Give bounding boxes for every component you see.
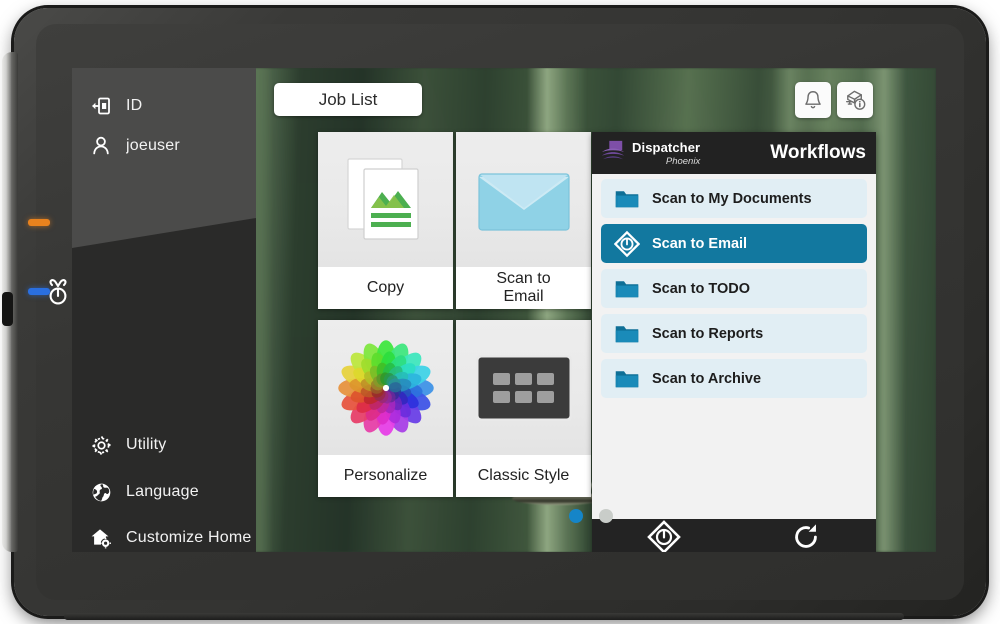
tile-label: Copy [366,279,405,297]
workflows-list: Scan to My Documents Scan to Email Scan … [592,174,876,519]
color-wheel-flower-icon [318,320,453,455]
status-led-orange [28,219,50,226]
device-left-port [2,292,13,326]
tile-label-line2: Email [503,288,544,305]
sidebar-item-user[interactable]: joeuser [72,126,256,166]
power-button-icon[interactable] [44,277,72,307]
folder-icon [614,366,640,392]
workflow-label: Scan to TODO [652,280,751,297]
dispatcher-phoenix-logo-icon [600,139,626,168]
pagination-dot-2[interactable] [599,509,613,523]
workflows-panel-footer [592,519,876,552]
sidebar-item-id[interactable]: ID [72,86,256,126]
brand-sub: Phoenix [665,155,701,167]
workflow-label: Scan to My Documents [652,190,812,207]
sidebar-item-customize-home[interactable]: Customize Home s [72,518,256,552]
workflows-panel-title: Workflows [770,142,866,163]
tile-label: Scan to Email [456,267,591,309]
workflow-row[interactable]: Scan to Reports [601,314,867,353]
workflow-label: Scan to Archive [652,370,762,387]
refresh-icon[interactable] [790,521,822,552]
sidebar-item-label: Language [126,483,199,500]
device-bottom-edge [64,613,904,620]
mfp-info-icon[interactable] [837,82,873,118]
tile-personalize[interactable]: Personalize [318,320,453,497]
user-icon [88,133,114,159]
folder-icon [614,321,640,347]
dispatcher-phoenix-brand: Dispatcher Phoenix [600,139,700,168]
home-settings-icon [88,525,114,551]
workflow-row[interactable]: Scan to Archive [601,359,867,398]
tile-label: Classic Style [477,467,570,485]
job-list-label: Job List [318,89,378,109]
sidebar-item-label: Utility [126,436,167,453]
id-login-icon [88,93,114,119]
folder-icon [614,186,640,212]
envelope-icon [456,132,591,267]
sidebar-item-label: joeuser [126,137,180,154]
brand-name: Dispatcher [632,139,701,155]
brand-text: Dispatcher Phoenix [632,140,700,167]
workflow-row-selected[interactable]: Scan to Email [601,224,867,263]
sidebar-item-label: Customize Home s [126,529,256,546]
sidebar-item-utility[interactable]: Utility [72,425,256,465]
pagination-dots [569,509,613,523]
sidebar-item-language[interactable]: Language [72,472,256,512]
diamond-start-icon [614,230,640,257]
workflows-panel: Dispatcher Phoenix Workflows Scan to My … [592,132,876,552]
tile-scan-to-email[interactable]: Scan to Email [456,132,591,309]
tile-label-line1: Scan to [496,270,551,288]
workflow-label: Scan to Email [652,235,748,252]
globe-icon [88,479,114,505]
start-diamond-button[interactable] [646,520,681,552]
workflow-row[interactable]: Scan to My Documents [601,179,867,218]
device-frame: ID joeuser Utility Language Customize Ho… [0,0,1000,624]
pagination-dot-1[interactable] [569,509,583,523]
workflows-panel-header: Dispatcher Phoenix Workflows [592,132,876,174]
sidebar-item-label: ID [126,97,143,114]
gear-icon [88,432,114,458]
workflow-row[interactable]: Scan to TODO [601,269,867,308]
bell-icon[interactable] [795,82,831,118]
job-list-button[interactable]: Job List [274,83,422,116]
folder-icon [614,276,640,302]
copy-documents-icon [318,132,453,267]
panel-screen: ID joeuser Utility Language Customize Ho… [72,68,936,552]
tile-classic-style[interactable]: Classic Style [456,320,591,497]
sidebar: ID joeuser Utility Language Customize Ho… [72,68,256,552]
classic-grid-icon [456,320,591,455]
tile-copy[interactable]: Copy [318,132,453,309]
tile-label: Personalize [343,467,428,485]
workflow-label: Scan to Reports [652,325,764,342]
